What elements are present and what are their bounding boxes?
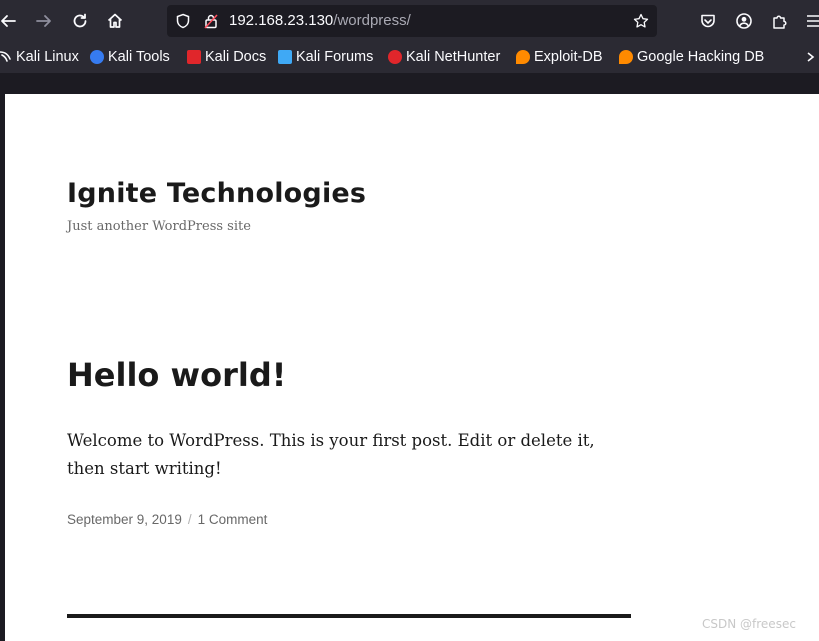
- home-icon: [107, 13, 123, 28]
- bookmark-label: Kali Tools: [108, 49, 170, 65]
- chevron-right-icon[interactable]: [805, 48, 819, 66]
- url-text[interactable]: 192.168.23.130/wordpress/: [229, 12, 411, 30]
- bookmark-kali-linux[interactable]: Kali Linux: [0, 47, 79, 67]
- arrow-right-icon: [36, 15, 51, 27]
- post-date-link[interactable]: September 9, 2019: [67, 512, 182, 527]
- reload-icon: [73, 13, 87, 28]
- account-icon: [736, 13, 752, 29]
- bookmark-kali-tools[interactable]: Kali Tools: [90, 47, 170, 67]
- kali-nethunter-icon: [388, 50, 402, 64]
- browser-toolbar: 192.168.23.130/wordpress/: [0, 0, 819, 42]
- bookmarks-toolbar: Kali Linux Kali Tools Kali Docs Kali For…: [0, 42, 819, 73]
- ghdb-icon: [619, 50, 633, 64]
- bookmark-label: Google Hacking DB: [637, 49, 765, 65]
- post-body: Welcome to WordPress. This is your first…: [67, 431, 595, 478]
- bookmark-kali-docs[interactable]: Kali Docs: [187, 47, 266, 67]
- web-page: Ignite Technologies Just another WordPre…: [5, 94, 819, 641]
- kali-tools-icon: [90, 50, 104, 64]
- watermark: CSDN @freesec: [702, 617, 796, 631]
- account-button[interactable]: [731, 8, 757, 34]
- bookmark-kali-forums[interactable]: Kali Forums: [278, 47, 373, 67]
- bookmark-label: Kali Linux: [16, 49, 79, 65]
- post-divider: [67, 614, 631, 618]
- shield-icon[interactable]: [174, 12, 192, 30]
- forward-button[interactable]: [31, 8, 57, 34]
- pocket-button[interactable]: [695, 8, 721, 34]
- bookmark-label: Kali Docs: [205, 49, 267, 65]
- kali-dragon-icon: [0, 50, 12, 64]
- pocket-icon: [701, 14, 715, 28]
- kali-forums-icon: [278, 50, 292, 64]
- bookmark-kali-nethunter[interactable]: Kali NetHunter: [388, 47, 500, 67]
- post-title[interactable]: Hello world!: [67, 356, 286, 394]
- post-meta: September 9, 2019 / 1 Comment: [67, 512, 267, 527]
- extensions-button[interactable]: [767, 8, 793, 34]
- site-title[interactable]: Ignite Technologies: [67, 178, 366, 209]
- exploit-db-icon: [516, 50, 530, 64]
- url-host: 192.168.23.130: [229, 12, 334, 29]
- bookmark-label: Kali NetHunter: [406, 49, 501, 65]
- puzzle-icon: [773, 15, 787, 29]
- hamburger-icon: [807, 15, 819, 27]
- url-path: /wordpress/: [333, 12, 411, 29]
- bookmark-ghdb[interactable]: Google Hacking DB: [619, 47, 764, 67]
- meta-separator: /: [187, 512, 192, 527]
- home-button[interactable]: [102, 8, 128, 34]
- back-button[interactable]: [0, 8, 21, 34]
- bookmark-star-icon[interactable]: [632, 12, 650, 30]
- arrow-left-icon: [1, 15, 16, 27]
- insecure-lock-icon[interactable]: [202, 12, 220, 30]
- bookmark-exploit-db[interactable]: Exploit-DB: [516, 47, 603, 67]
- kali-docs-icon: [187, 50, 201, 64]
- menu-button[interactable]: [801, 8, 819, 34]
- bookmark-label: Kali Forums: [296, 49, 374, 65]
- reload-button[interactable]: [67, 8, 93, 34]
- bookmark-label: Exploit-DB: [534, 49, 603, 65]
- site-tagline: Just another WordPress site: [67, 219, 251, 234]
- address-bar[interactable]: 192.168.23.130/wordpress/: [167, 5, 657, 37]
- comments-link[interactable]: 1 Comment: [198, 512, 268, 527]
